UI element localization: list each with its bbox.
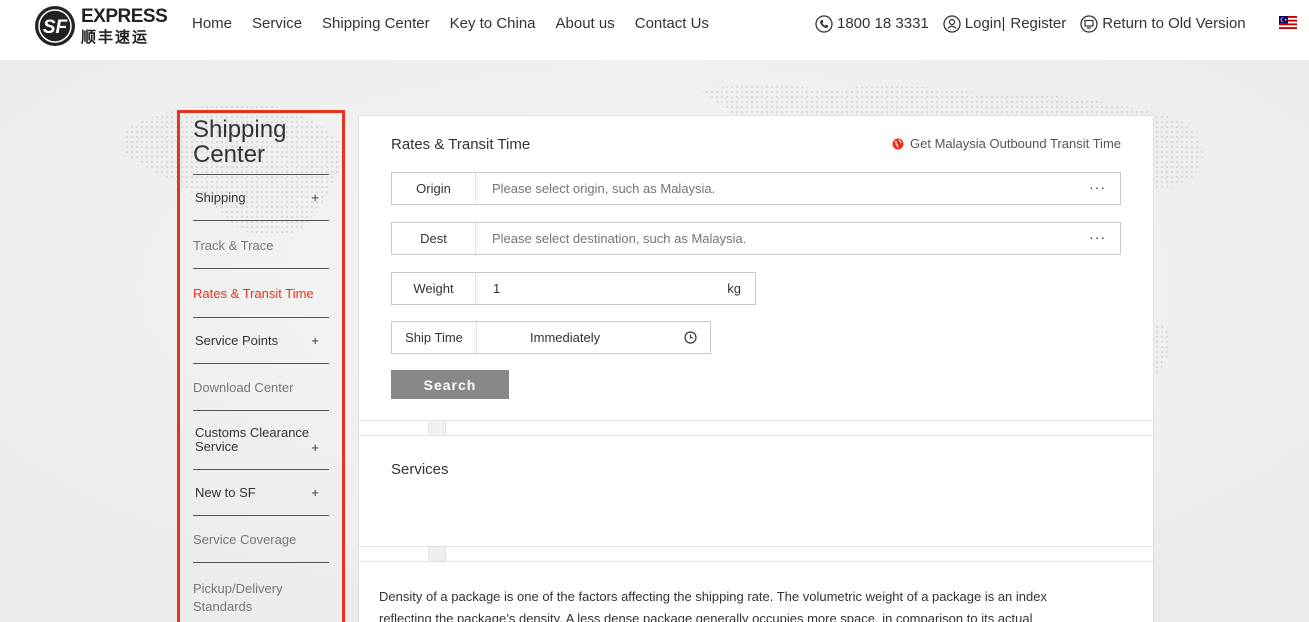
old-version-label: Return to Old Version <box>1102 15 1246 32</box>
sidebar-item-pickup-delivery[interactable]: Pickup/Delivery Standards <box>193 562 329 622</box>
nav-service[interactable]: Service <box>252 14 302 34</box>
expand-icon[interactable]: + <box>311 333 319 348</box>
search-button[interactable]: Search <box>391 370 509 399</box>
shipping-center-sidebar: Shipping Center Shipping + Track & Trace… <box>177 110 345 622</box>
weight-unit: kg <box>727 281 741 296</box>
dest-field[interactable]: Dest ··· <box>391 222 1121 255</box>
nav-about-us[interactable]: About us <box>556 14 615 34</box>
sf-express-logo[interactable]: SF EXPRESS 顺丰速运 <box>33 4 168 48</box>
monitor-icon <box>1080 15 1098 33</box>
sidebar-item-shipping[interactable]: Shipping + <box>193 174 329 220</box>
origin-input[interactable] <box>492 173 1052 204</box>
expand-icon[interactable]: + <box>311 190 319 205</box>
dest-label: Dest <box>392 223 476 254</box>
weight-label: Weight <box>392 273 476 304</box>
weight-input[interactable] <box>493 273 693 304</box>
description-panel: Density of a package is one of the facto… <box>358 561 1154 622</box>
login-link[interactable]: Login| <box>965 14 1006 34</box>
clock-icon[interactable] <box>684 331 697 344</box>
sidebar-title: Shipping Center <box>193 116 287 168</box>
login-group: Login| Register <box>943 14 1066 34</box>
svg-text:SF: SF <box>43 17 69 38</box>
origin-more-icon[interactable]: ··· <box>1089 173 1106 202</box>
density-description: Density of a package is one of the facto… <box>379 589 1047 622</box>
expand-icon[interactable]: + <box>311 485 319 500</box>
malaysia-flag-icon[interactable] <box>1279 16 1297 29</box>
sidebar-item-new-to-sf[interactable]: New to SF + <box>193 469 329 515</box>
sidebar-item-service-points[interactable]: Service Points + <box>193 317 329 363</box>
expand-icon[interactable]: + <box>311 440 319 455</box>
dest-input[interactable] <box>492 223 1052 254</box>
sidebar-item-service-coverage[interactable]: Service Coverage <box>193 515 329 562</box>
user-icon <box>943 15 961 33</box>
sidebar-item-customs-clearance[interactable]: Customs Clearance Service + <box>193 410 329 469</box>
nav-contact-us[interactable]: Contact Us <box>635 14 709 34</box>
nav-shipping-center[interactable]: Shipping Center <box>322 14 430 34</box>
main-nav: Home Service Shipping Center Key to Chin… <box>192 14 729 34</box>
sf-logo-icon: SF <box>35 6 75 46</box>
site-header: SF EXPRESS 顺丰速运 Home Service Shipping Ce… <box>0 0 1309 60</box>
ship-time-value[interactable]: Immediately <box>530 322 650 353</box>
origin-field[interactable]: Origin ··· <box>391 172 1121 205</box>
hotline[interactable]: 1800 18 3331 <box>815 14 929 34</box>
sidebar-menu: Shipping + Track & Trace Rates & Transit… <box>193 174 329 622</box>
services-title: Services <box>391 461 449 478</box>
header-actions: 1800 18 3331 Login| Register Return to O… <box>815 14 1246 34</box>
outbound-transit-link[interactable]: Get Malaysia Outbound Transit Time <box>892 136 1121 151</box>
sidebar-item-track-trace[interactable]: Track & Trace <box>193 220 329 268</box>
services-panel: Services <box>358 435 1154 547</box>
nav-home[interactable]: Home <box>192 14 232 34</box>
nav-key-to-china[interactable]: Key to China <box>450 14 536 34</box>
sidebar-item-download-center[interactable]: Download Center <box>193 363 329 410</box>
phone-icon <box>815 15 833 33</box>
phone-number: 1800 18 3331 <box>837 15 929 32</box>
weight-field[interactable]: Weight kg <box>391 272 756 305</box>
rates-panel-title: Rates & Transit Time <box>391 136 531 153</box>
rates-transit-panel: Rates & Transit Time Get Malaysia Outbou… <box>358 115 1154 421</box>
logo-text-cn: 顺丰速运 <box>81 28 150 46</box>
globe-icon <box>892 138 904 149</box>
origin-label: Origin <box>392 173 476 204</box>
logo-text-en: EXPRESS <box>81 6 168 27</box>
old-version-link[interactable]: Return to Old Version <box>1080 14 1246 34</box>
sidebar-item-rates-transit-time[interactable]: Rates & Transit Time <box>193 268 329 317</box>
register-link[interactable]: Register <box>1010 14 1066 34</box>
dest-more-icon[interactable]: ··· <box>1089 223 1106 252</box>
ship-time-field[interactable]: Ship Time Immediately <box>391 321 711 354</box>
ship-time-label: Ship Time <box>392 322 477 353</box>
